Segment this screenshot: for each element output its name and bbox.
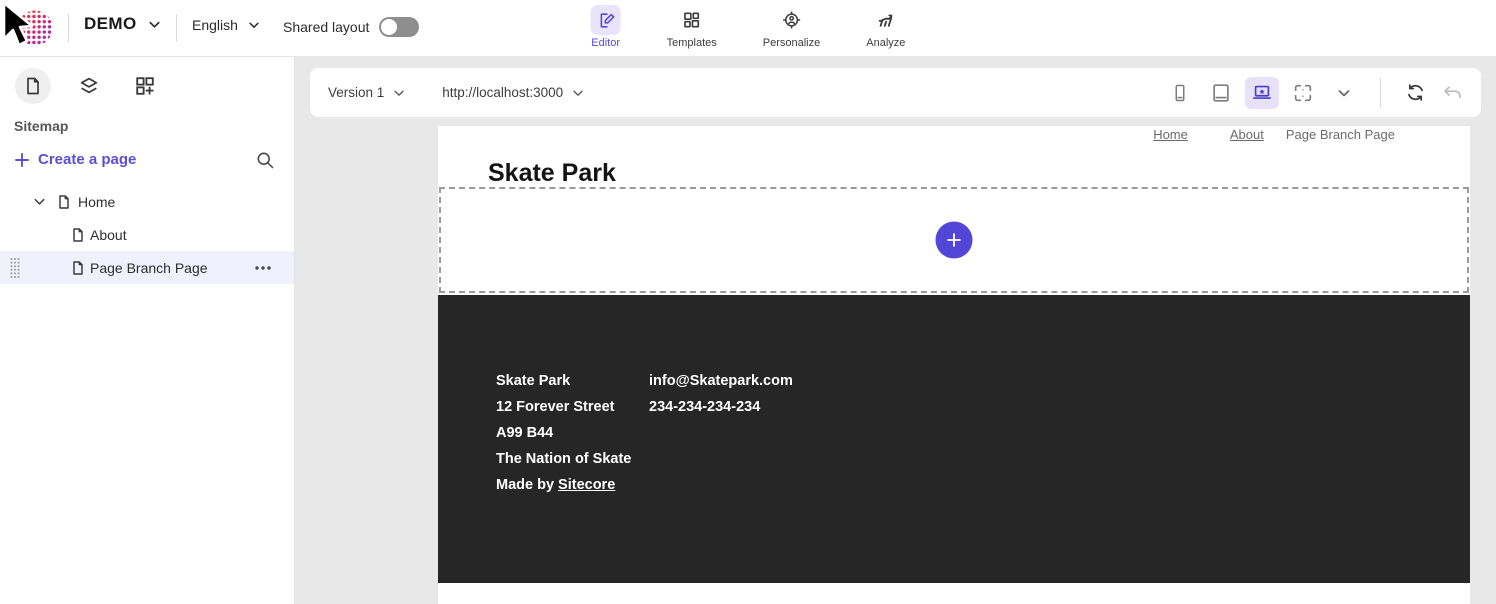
page-title[interactable]: Skate Park [488, 159, 616, 188]
tab-personalize[interactable]: Personalize [763, 5, 820, 49]
sidebar-panel-switcher [15, 68, 163, 104]
tab-label: Analyze [866, 37, 906, 49]
panel-title: Sitemap [14, 118, 69, 134]
page-icon [70, 227, 86, 243]
left-sidebar: Sitemap Create a page Home About Page Br… [0, 57, 295, 604]
tab-analyze[interactable]: Analyze [866, 5, 905, 49]
footer-line: Skate Park [496, 373, 571, 389]
pages-editor-app: DEMO English Shared layout Editor Templa… [0, 0, 1496, 604]
component-placeholder[interactable] [439, 187, 1469, 293]
toggle-knob [381, 19, 398, 35]
create-page-label: Create a page [38, 151, 137, 168]
language-switcher[interactable]: English [192, 17, 261, 33]
preview-toolbar: Version 1 http://localhost:3000 [310, 68, 1481, 117]
chevron-down-icon[interactable] [32, 194, 47, 209]
footer-line: 234-234-234-234 [649, 399, 761, 415]
create-page-button[interactable]: Create a page [14, 151, 136, 168]
tree-item-label: About [90, 226, 127, 243]
divider [1380, 77, 1381, 108]
site-switcher[interactable]: DEMO [84, 14, 162, 34]
more-options-icon[interactable] [254, 265, 272, 271]
editor-icon [590, 5, 621, 35]
sitemap-tree: Home About Page Branch Page [0, 185, 294, 284]
tab-label: Editor [591, 37, 620, 49]
phone-preview-icon[interactable] [1163, 77, 1197, 109]
plus-icon [947, 233, 961, 247]
site-url: http://localhost:3000 [442, 85, 564, 100]
chevron-down-icon [249, 22, 259, 28]
components-plus-icon [136, 77, 154, 95]
canvas-nav-about-link[interactable]: About [1230, 127, 1264, 142]
templates-icon [677, 5, 707, 35]
search-icon[interactable] [254, 150, 276, 172]
made-by-text: Made by [496, 477, 559, 493]
page-canvas: Home About Page Branch Page Skate Park S… [438, 126, 1470, 604]
tree-item-label: Page Branch Page [90, 259, 208, 276]
footer-contact-column: info@Skatepark.com 234-234-234-234 [649, 368, 793, 583]
device-preview-group [1163, 76, 1467, 109]
chevron-down-icon [149, 21, 160, 28]
pages-panel-button[interactable] [15, 68, 51, 104]
language-label: English [192, 17, 238, 33]
footer-line: A99 B44 [496, 425, 554, 441]
divider [68, 14, 69, 42]
chevron-down-icon [394, 90, 404, 96]
version-dropdown[interactable]: Version 1 [328, 85, 406, 100]
chevron-down-icon [573, 90, 583, 96]
shared-layout-label: Shared layout [283, 19, 370, 35]
tab-label: Templates [666, 37, 717, 49]
page-icon [56, 194, 72, 210]
document-icon [27, 77, 39, 95]
sitecore-logo-icon[interactable] [16, 9, 54, 47]
editor-workspace: Version 1 http://localhost:3000 Home Abo… [295, 57, 1496, 604]
canvas-breadcrumb-nav: Home About Page Branch Page [1153, 127, 1395, 142]
footer-made-by: Made by Sitecore [496, 472, 649, 498]
footer-line: info@Skatepark.com [649, 373, 793, 389]
shared-layout-control: Shared layout [283, 17, 420, 37]
divider [176, 14, 177, 42]
desktop-preview-icon[interactable] [1245, 76, 1279, 109]
tab-editor[interactable]: Editor [590, 5, 621, 49]
canvas-nav-home-link[interactable]: Home [1153, 127, 1188, 142]
fit-screen-icon[interactable] [1286, 77, 1320, 109]
layers-panel-button[interactable] [71, 68, 107, 104]
footer-line: The Nation of Skate [496, 451, 632, 467]
sitecore-link[interactable]: Sitecore [558, 477, 615, 493]
tab-templates[interactable]: Templates [667, 5, 717, 49]
analyze-icon [871, 5, 901, 35]
add-component-button[interactable] [935, 221, 973, 259]
device-options-chevron-icon[interactable] [1327, 77, 1361, 109]
tab-label: Personalize [762, 37, 821, 49]
undo-icon[interactable] [1437, 78, 1467, 108]
canvas-nav-current-page: Page Branch Page [1285, 127, 1395, 142]
tree-item-home[interactable]: Home [0, 185, 294, 218]
mode-tabs: Editor Templates Personalize Analyze [590, 5, 905, 49]
version-label: Version 1 [328, 85, 385, 100]
site-url-dropdown[interactable]: http://localhost:3000 [442, 85, 585, 100]
site-name: DEMO [84, 14, 137, 33]
tree-item-about[interactable]: About [0, 218, 294, 251]
plus-icon [15, 152, 29, 167]
tree-item-label: Home [78, 193, 116, 210]
tablet-preview-icon[interactable] [1204, 77, 1238, 109]
page-footer: Skate Park 12 Forever Street A99 B44 The… [438, 295, 1470, 583]
layers-icon [80, 77, 98, 94]
footer-line: 12 Forever Street [496, 399, 615, 415]
top-bar: DEMO English Shared layout Editor Templa… [0, 0, 1496, 57]
footer-address-column: Skate Park 12 Forever Street A99 B44 The… [496, 368, 649, 583]
refresh-icon[interactable] [1400, 78, 1430, 108]
page-icon [70, 260, 86, 276]
components-panel-button[interactable] [127, 68, 163, 104]
tree-item-page-branch-page[interactable]: Page Branch Page [0, 251, 294, 284]
drag-handle-icon[interactable] [9, 256, 21, 280]
personalize-icon [776, 5, 806, 35]
shared-layout-toggle[interactable] [379, 17, 420, 37]
